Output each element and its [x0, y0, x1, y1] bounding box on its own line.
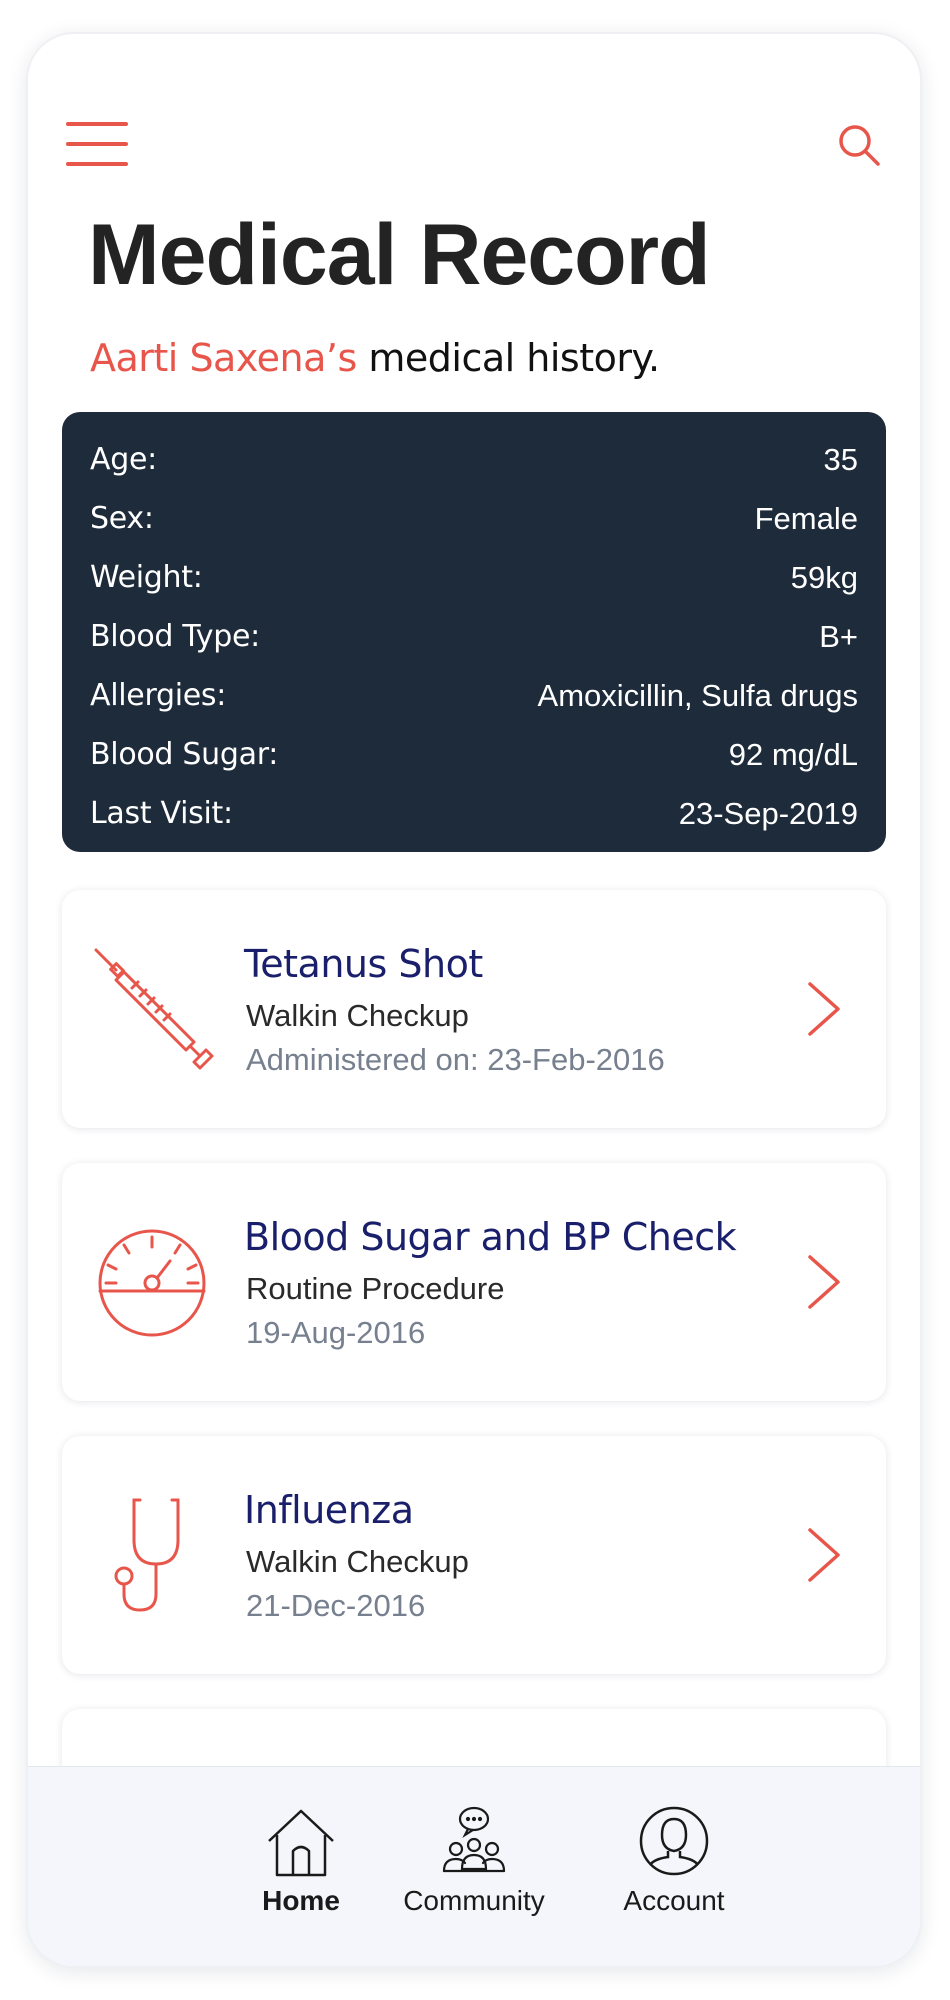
- record-title: Blood Sugar and BP Check: [244, 1215, 737, 1259]
- phone-screen: Medical Record Aarti Saxena’s medical hi…: [28, 34, 920, 1966]
- info-label: Last Visit:: [90, 796, 233, 831]
- info-value: Amoxicillin, Sulfa drugs: [537, 677, 858, 713]
- info-label: Weight:: [90, 560, 203, 595]
- chevron-right-icon: [808, 1255, 840, 1309]
- patient-info-card: Age: 35 Sex: Female Weight: 59kg Blood T…: [62, 412, 886, 852]
- account-icon: [639, 1806, 709, 1876]
- info-label: Blood Sugar:: [90, 737, 279, 772]
- info-label: Sex:: [90, 501, 154, 536]
- info-row-weight: Weight: 59kg: [90, 548, 858, 607]
- search-button[interactable]: [836, 122, 882, 168]
- info-label: Age:: [90, 442, 157, 477]
- record-date: Administered on: 23-Feb-2016: [246, 1042, 665, 1077]
- record-type: Walkin Checkup: [246, 998, 469, 1033]
- record-card-blood-sugar-bp-check[interactable]: Blood Sugar and BP Check Routine Procedu…: [62, 1163, 886, 1401]
- info-row-last-visit: Last Visit: 23-Sep-2019: [90, 784, 858, 843]
- gauge-icon: [98, 1229, 206, 1337]
- record-date: 19-Aug-2016: [246, 1315, 426, 1350]
- syringe-icon: [94, 948, 214, 1070]
- info-row-allergies: Allergies: Amoxicillin, Sulfa drugs: [90, 666, 858, 725]
- page-subtitle: Aarti Saxena’s medical history.: [90, 336, 660, 380]
- nav-account[interactable]: Account: [589, 1805, 759, 1917]
- info-label: Blood Type:: [90, 619, 260, 654]
- info-value: Female: [754, 500, 858, 536]
- info-value: 35: [823, 441, 858, 477]
- nav-label: Account: [623, 1885, 725, 1916]
- nav-home[interactable]: Home: [216, 1805, 386, 1917]
- bottom-navigation: Home Community Account: [28, 1766, 920, 1966]
- menu-line: [66, 162, 128, 166]
- info-row-age: Age: 35: [90, 430, 858, 489]
- info-row-sex: Sex: Female: [90, 489, 858, 548]
- menu-line: [66, 142, 128, 146]
- info-value: 23-Sep-2019: [678, 795, 858, 831]
- nav-community[interactable]: Community: [389, 1805, 559, 1917]
- record-type: Walkin Checkup: [246, 1544, 469, 1579]
- home-icon: [268, 1809, 334, 1877]
- subtitle-text: medical history.: [356, 336, 660, 380]
- record-type: Routine Procedure: [246, 1271, 505, 1306]
- info-value: 92 mg/dL: [728, 736, 858, 772]
- nav-label: Community: [403, 1885, 545, 1916]
- page-title: Medical Record: [88, 207, 711, 303]
- menu-button[interactable]: [66, 122, 128, 166]
- chevron-right-icon: [808, 1528, 840, 1582]
- community-icon: [442, 1806, 506, 1873]
- record-date: 21-Dec-2016: [246, 1588, 426, 1623]
- record-card-tetanus-shot[interactable]: Tetanus Shot Walkin Checkup Administered…: [62, 890, 886, 1128]
- search-icon: [839, 125, 880, 166]
- stethoscope-icon: [114, 1498, 180, 1612]
- info-row-blood-type: Blood Type: B+: [90, 607, 858, 666]
- record-card-influenza[interactable]: Influenza Walkin Checkup 21-Dec-2016: [62, 1436, 886, 1674]
- info-value: 59kg: [790, 559, 858, 595]
- info-value: B+: [819, 618, 858, 654]
- info-label: Allergies:: [90, 678, 227, 713]
- patient-name: Aarti Saxena’s: [90, 336, 357, 380]
- record-title: Influenza: [244, 1488, 414, 1532]
- chevron-right-icon: [808, 982, 840, 1036]
- hamburger-menu-icon: [66, 122, 128, 126]
- nav-label: Home: [262, 1885, 340, 1916]
- record-title: Tetanus Shot: [244, 942, 483, 986]
- info-row-blood-sugar: Blood Sugar: 92 mg/dL: [90, 725, 858, 784]
